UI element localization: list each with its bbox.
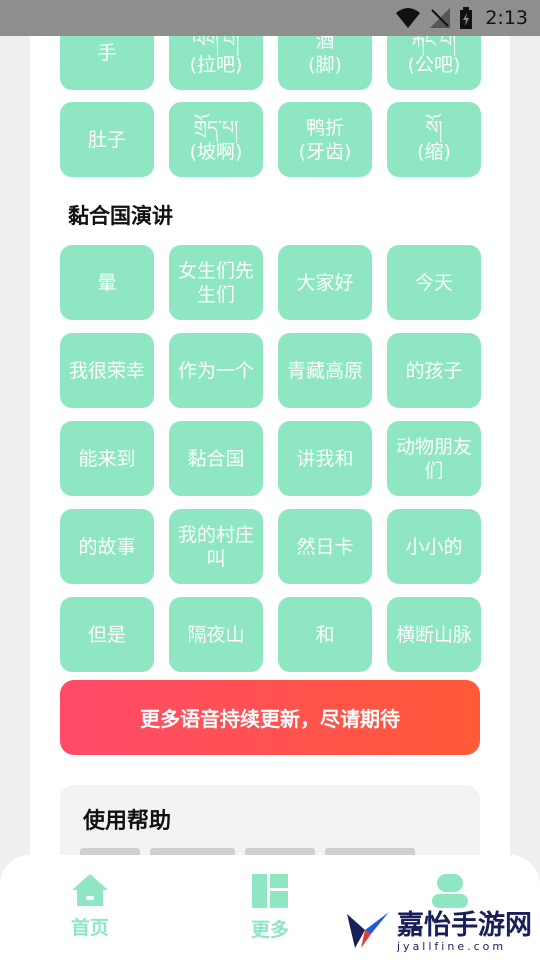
voice-tile[interactable]: 鸭折 (牙齿) bbox=[278, 102, 372, 177]
voice-tile[interactable]: 今天 bbox=[387, 245, 481, 320]
voice-tile[interactable]: 暈 bbox=[60, 245, 154, 320]
status-time: 2:13 bbox=[485, 7, 528, 29]
site-watermark: 嘉怡手游网 jyallfine.com bbox=[345, 910, 532, 954]
nav-home[interactable]: 首页 bbox=[45, 873, 135, 940]
voice-tile[interactable]: 然日卡 bbox=[278, 509, 372, 584]
voice-tile[interactable]: 横断山脉 bbox=[387, 597, 481, 672]
voice-tile[interactable]: 的孩子 bbox=[387, 333, 481, 408]
voice-tile[interactable]: 青藏高原 bbox=[278, 333, 372, 408]
voice-tile[interactable]: 和 bbox=[278, 597, 372, 672]
voice-tile[interactable]: གྲོད་པ། (坡啊) bbox=[169, 102, 263, 177]
voice-tile[interactable]: སོ། (缩) bbox=[387, 102, 481, 177]
voice-tile[interactable]: 女生们先生们 bbox=[169, 245, 263, 320]
tibetan-words-row-2: 肚子 གྲོད་པ། (坡啊) 鸭折 (牙齿) སོ། (缩) bbox=[60, 102, 481, 177]
watermark-logo-icon bbox=[345, 910, 391, 954]
no-signal-icon bbox=[429, 7, 451, 29]
voice-tile[interactable]: 小小的 bbox=[387, 509, 481, 584]
voice-tile[interactable]: 肚子 bbox=[60, 102, 154, 177]
voice-tile[interactable]: 作为一个 bbox=[169, 333, 263, 408]
more-voices-banner[interactable]: 更多语音持续更新，尽请期待 bbox=[60, 680, 480, 755]
voice-tile[interactable]: 大家好 bbox=[278, 245, 372, 320]
nav-home-label: 首页 bbox=[70, 917, 109, 939]
home-icon bbox=[45, 873, 135, 907]
user-icon bbox=[405, 873, 495, 909]
voice-tile[interactable]: 我的村庄叫 bbox=[169, 509, 263, 584]
watermark-url: jyallfine.com bbox=[397, 940, 507, 953]
voice-tile[interactable]: 隔夜山 bbox=[169, 597, 263, 672]
voice-tile[interactable]: 动物朋友们 bbox=[387, 421, 481, 496]
nav-more[interactable]: 更多 bbox=[225, 873, 315, 942]
wifi-icon bbox=[395, 7, 421, 29]
voice-tile[interactable]: 但是 bbox=[60, 597, 154, 672]
voice-tile[interactable]: 能来到 bbox=[60, 421, 154, 496]
help-title: 使用帮助 bbox=[83, 809, 172, 834]
nav-profile[interactable] bbox=[405, 873, 495, 909]
speech-grid: 暈 女生们先生们 大家好 今天 我很荣幸 作为一个 青藏高原 的孩子 能来到 黏… bbox=[60, 245, 481, 672]
battery-icon bbox=[459, 7, 473, 29]
nav-more-label: 更多 bbox=[250, 919, 289, 941]
voice-tile[interactable]: 的故事 bbox=[60, 509, 154, 584]
status-bar: 2:13 bbox=[0, 0, 540, 36]
voice-tile[interactable]: 黏合国 bbox=[169, 421, 263, 496]
watermark-text: 嘉怡手游网 bbox=[397, 910, 532, 941]
voice-tile[interactable]: 讲我和 bbox=[278, 421, 372, 496]
section-title: 黏合国演讲 bbox=[68, 204, 173, 228]
voice-tile[interactable]: 我很荣幸 bbox=[60, 333, 154, 408]
grid-layout-icon bbox=[225, 873, 315, 909]
